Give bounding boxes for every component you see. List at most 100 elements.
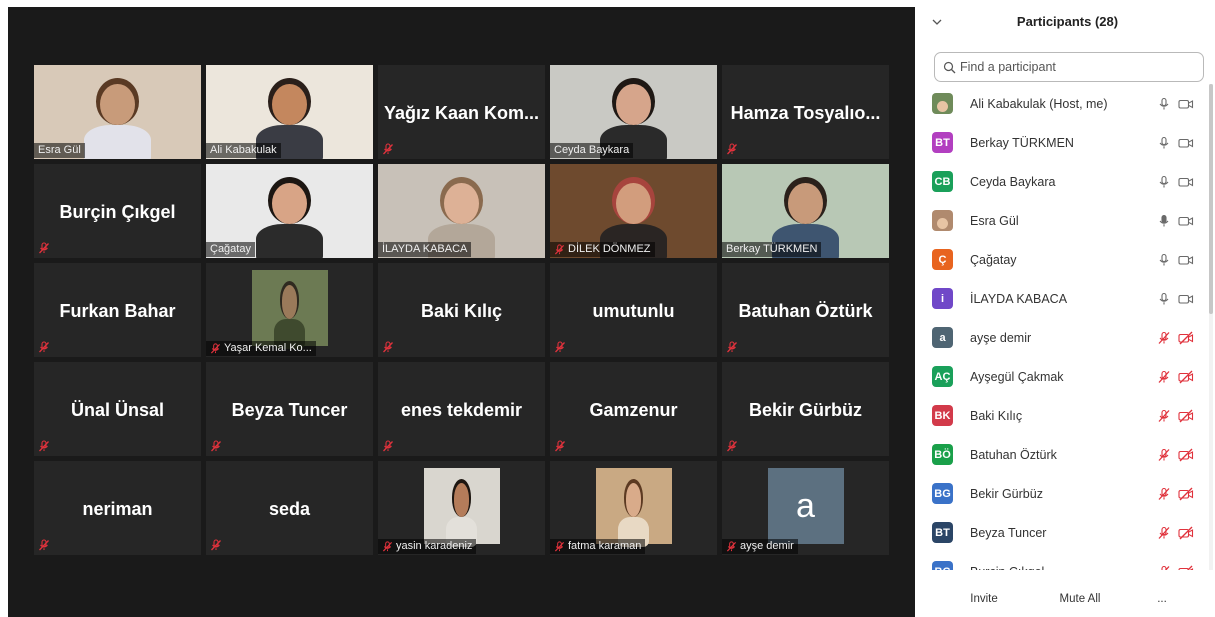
- participant-name: Ayşegül Çakmak: [970, 369, 1064, 384]
- participant-name: Ünal Ünsal: [70, 400, 165, 420]
- participant-label-text: fatma karaman: [568, 540, 642, 552]
- mic-muted-icon[interactable]: [1157, 331, 1171, 345]
- video-tile-cagatay[interactable]: Çağatay: [206, 164, 373, 258]
- participant-label-text: Yaşar Kemal Ko...: [224, 342, 312, 354]
- avatar: BÇ: [932, 561, 953, 570]
- video-tile-neriman[interactable]: neriman: [34, 461, 201, 555]
- more-options-button[interactable]: ...: [1150, 587, 1174, 611]
- scrollbar-thumb[interactable]: [1209, 84, 1213, 314]
- mic-icon[interactable]: [1157, 175, 1171, 189]
- mic-muted-icon: [383, 341, 393, 353]
- video-off-icon[interactable]: [1178, 448, 1194, 462]
- video-camera-icon[interactable]: [1178, 214, 1194, 228]
- avatar: [932, 210, 953, 231]
- panel-header: Participants (28): [920, 0, 1215, 45]
- video-off-icon[interactable]: [1178, 487, 1194, 501]
- participant-label: Berkay TÜRKMEN: [722, 242, 822, 257]
- video-off-icon[interactable]: [1178, 370, 1194, 384]
- search-box[interactable]: [934, 52, 1204, 82]
- participant-row-baki-kilic[interactable]: BK Baki Kılıç: [920, 396, 1207, 435]
- mic-muted-icon[interactable]: [1157, 526, 1171, 540]
- video-camera-icon[interactable]: [1178, 253, 1194, 267]
- video-tile-enes-tekdemir[interactable]: enes tekdemir: [378, 362, 545, 456]
- participant-label: Çağatay: [206, 242, 255, 257]
- video-tile-ayse-demir[interactable]: a ayşe demir: [722, 461, 889, 555]
- video-tile-umutunlu[interactable]: umutunlu: [550, 263, 717, 357]
- video-tile-fatma-karaman[interactable]: fatma karaman: [550, 461, 717, 555]
- participant-row-beyza-tuncer[interactable]: BT Beyza Tuncer: [920, 513, 1207, 552]
- participant-name: Furkan Bahar: [59, 301, 176, 321]
- video-off-icon[interactable]: [1178, 331, 1194, 345]
- invite-button[interactable]: Invite: [962, 587, 1006, 611]
- video-tile-baki-kilic[interactable]: Baki Kılıç: [378, 263, 545, 357]
- mic-icon[interactable]: [1157, 253, 1171, 267]
- participant-row-aysegul-cakmak[interactable]: AÇ Ayşegül Çakmak: [920, 357, 1207, 396]
- mute-all-button[interactable]: Mute All: [1050, 587, 1110, 611]
- video-camera-icon[interactable]: [1178, 97, 1194, 111]
- participant-list: Ali Kabakulak (Host, me) BT Berkay TÜRKMEN…: [920, 84, 1210, 570]
- video-off-icon[interactable]: [1178, 526, 1194, 540]
- mic-icon[interactable]: [1157, 292, 1171, 306]
- participant-row-batuhan-ozturk[interactable]: BÖ Batuhan Öztürk: [920, 435, 1207, 474]
- scrollbar[interactable]: [1209, 84, 1213, 570]
- participant-label-text: Berkay TÜRKMEN: [726, 243, 818, 255]
- avatar: AÇ: [932, 366, 953, 387]
- video-tile-berkay-turkmen[interactable]: Berkay TÜRKMEN: [722, 164, 889, 258]
- participant-row-esra-gul[interactable]: Esra Gül: [920, 201, 1207, 240]
- participant-row-ceyda-baykara[interactable]: CB Ceyda Baykara: [920, 162, 1207, 201]
- video-tile-ali-kabakulak[interactable]: Ali Kabakulak: [206, 65, 373, 159]
- video-camera-icon[interactable]: [1178, 292, 1194, 306]
- participant-label-text: İLAYDA KABACA: [382, 243, 468, 255]
- mic-muted-icon: [39, 242, 49, 254]
- avatar: CB: [932, 171, 953, 192]
- video-tile-beyza-tuncer[interactable]: Beyza Tuncer: [206, 362, 373, 456]
- participant-row-bekir-gurbuz[interactable]: BG Bekir Gürbüz: [920, 474, 1207, 513]
- participant-label: Esra Gül: [34, 143, 85, 158]
- video-off-icon[interactable]: [1178, 409, 1194, 423]
- video-tile-yasar-kemal-ko[interactable]: Yaşar Kemal Ko...: [206, 263, 373, 357]
- video-tile-yasin-karadeniz[interactable]: yasin karadeniz: [378, 461, 545, 555]
- video-tile-gamzenur[interactable]: Gamzenur: [550, 362, 717, 456]
- participant-row-berkay-turkmen[interactable]: BT Berkay TÜRKMEN: [920, 123, 1207, 162]
- video-tile-esra-gul[interactable]: Esra Gül: [34, 65, 201, 159]
- participant-label-text: yasin karadeniz: [396, 540, 473, 552]
- participant-name: Baki Kılıç: [970, 408, 1023, 423]
- video-gallery: Esra Gül Ali Kabakulak Yağız Kaan Kom... Ce…: [8, 7, 915, 617]
- participant-name: İLAYDA KABACA: [970, 291, 1068, 306]
- mic-muted-icon[interactable]: [1157, 409, 1171, 423]
- avatar: Ç: [932, 249, 953, 270]
- video-tile-ilayda-kabaca[interactable]: İLAYDA KABACA: [378, 164, 545, 258]
- video-tile-ceyda-baykara[interactable]: Ceyda Baykara: [550, 65, 717, 159]
- video-camera-icon[interactable]: [1178, 175, 1194, 189]
- video-feed: [251, 270, 328, 350]
- participant-name: umutunlu: [592, 301, 675, 321]
- video-tile-hamza-tosyalio[interactable]: Hamza Tosyalıo...: [722, 65, 889, 159]
- video-tile-unal-unsal[interactable]: Ünal Ünsal: [34, 362, 201, 456]
- mic-icon[interactable]: [1157, 97, 1171, 111]
- mic-muted-icon[interactable]: [1157, 370, 1171, 384]
- participant-row-ilayda-kabaca[interactable]: i İLAYDA KABACA: [920, 279, 1207, 318]
- avatar: [932, 93, 953, 114]
- video-camera-icon[interactable]: [1178, 136, 1194, 150]
- participants-panel: Participants (28) Ali Kabakulak (Host, m…: [920, 0, 1215, 617]
- video-tile-yagiz-kaan-kom[interactable]: Yağız Kaan Kom...: [378, 65, 545, 159]
- participant-row-ayse-demir[interactable]: a ayşe demir: [920, 318, 1207, 357]
- video-tile-furkan-bahar[interactable]: Furkan Bahar: [34, 263, 201, 357]
- participant-row-ali-kabakulak-host-me[interactable]: Ali Kabakulak (Host, me): [920, 84, 1207, 123]
- participant-name: seda: [268, 499, 311, 519]
- mic-icon[interactable]: [1157, 214, 1171, 228]
- search-input[interactable]: [960, 60, 1190, 74]
- video-tile-dilek-donmez[interactable]: DİLEK DÖNMEZ: [550, 164, 717, 258]
- video-tile-batuhan-ozturk[interactable]: Batuhan Öztürk: [722, 263, 889, 357]
- participant-name: Ali Kabakulak (Host, me): [970, 96, 1108, 111]
- video-tile-burcin-cikgel[interactable]: Burçin Çıkgel: [34, 164, 201, 258]
- participant-row-cagatay[interactable]: Ç Çağatay: [920, 240, 1207, 279]
- mic-icon[interactable]: [1157, 136, 1171, 150]
- mic-muted-icon[interactable]: [1157, 448, 1171, 462]
- avatar: a: [932, 327, 953, 348]
- participant-row-burcin-cikgel[interactable]: BÇBurçin Çıkgel: [920, 552, 1207, 570]
- video-tile-bekir-gurbuz[interactable]: Bekir Gürbüz: [722, 362, 889, 456]
- mic-muted-icon[interactable]: [1157, 487, 1171, 501]
- participant-name: enes tekdemir: [400, 400, 523, 420]
- video-tile-seda[interactable]: seda: [206, 461, 373, 555]
